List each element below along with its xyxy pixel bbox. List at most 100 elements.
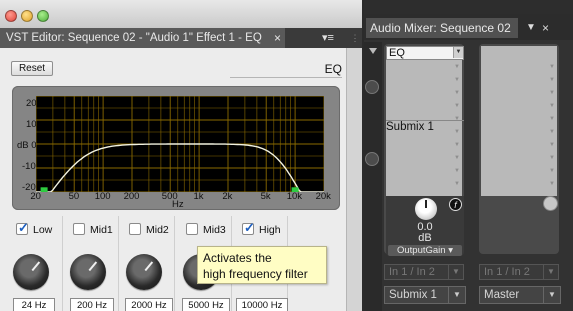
track-1-send-slot[interactable]: Submix 1 (386, 121, 434, 133)
track-2-strip (479, 44, 559, 254)
chevron-down-icon[interactable]: ▼ (549, 116, 555, 122)
x-axis-unit: Hz (172, 199, 184, 210)
chevron-down-icon[interactable]: ▼ (549, 103, 555, 109)
window-titlebar (0, 0, 362, 29)
checkbox-high[interactable]: ✓ (242, 220, 255, 235)
low-freq-value[interactable]: 24 Hz (13, 298, 55, 311)
effect-knob-icon[interactable] (365, 80, 379, 94)
chevron-down-icon[interactable]: ▼ (454, 77, 460, 83)
track-2-bypass-icon[interactable] (543, 196, 558, 211)
effect-param-knob[interactable] (415, 198, 437, 220)
tab-vst-editor[interactable]: VST Editor: Sequence 02 - "Audio 1" Effe… (0, 28, 285, 48)
effect-bypass-icon[interactable]: f (449, 198, 462, 211)
track-2-input-dropdown[interactable]: In 1 / In 2 ▼ (479, 264, 559, 280)
chevron-down-icon[interactable]: ▼ (549, 181, 555, 187)
chevron-down-icon[interactable]: ▼ (454, 181, 460, 187)
panel-scrollbar[interactable] (346, 48, 362, 311)
track-2-slots (481, 46, 557, 196)
band-high-toggle[interactable]: ✓ High (239, 220, 285, 241)
mixer-tab-bar: Audio Mixer: Sequence 02 ▼ × (364, 14, 573, 40)
window-zoom-button[interactable] (37, 10, 49, 22)
y-tick-label: 20 (26, 98, 37, 109)
checkbox-low[interactable]: ✓ (16, 220, 29, 235)
chevron-down-icon[interactable]: ▼ (549, 64, 555, 70)
effect-param-name: OutputGain (396, 245, 446, 256)
band-mid1-label: Mid1 (90, 224, 113, 236)
send-knob-icon[interactable] (365, 152, 379, 166)
reset-button[interactable]: Reset (11, 61, 53, 76)
chevron-down-icon[interactable]: ▼ (549, 90, 555, 96)
x-tick-label: 20k (315, 191, 331, 202)
track-2-output-dropdown[interactable]: Master ▼ (479, 286, 561, 304)
mid2-freq-knob[interactable] (126, 254, 162, 290)
x-tick-label: 1k (193, 191, 204, 202)
tab-audio-mixer[interactable]: Audio Mixer: Sequence 02 (366, 18, 518, 38)
track-2-output-label: Master (484, 289, 520, 301)
band-low-toggle[interactable]: ✓ Low (13, 220, 59, 241)
mid3-freq-value[interactable]: 5000 Hz (182, 298, 230, 311)
tab-close-icon[interactable]: × (542, 18, 549, 38)
checkbox-mid3[interactable] (186, 223, 198, 235)
chevron-down-icon[interactable]: ▼ (454, 116, 460, 122)
chevron-down-icon[interactable]: ▼ (454, 155, 460, 161)
y-tick-label: -10 (22, 161, 36, 172)
band-mid2-toggle[interactable]: Mid2 (126, 221, 172, 241)
x-tick-label: 10k (286, 191, 303, 202)
x-tick-label: 50 (68, 191, 80, 202)
window-minimize-button[interactable] (21, 10, 33, 22)
band-mid3-toggle[interactable]: Mid3 (183, 221, 229, 241)
tab-audio-mixer-label: Audio Mixer: Sequence 02 (370, 21, 511, 35)
effect-name-label: EQ (230, 60, 342, 78)
chevron-down-icon: ▼ (448, 287, 465, 303)
low-freq-knob[interactable] (13, 254, 49, 290)
mixer-menu-icon[interactable]: ▼ (524, 18, 538, 38)
collapse-icon[interactable] (369, 48, 377, 54)
track-2-input-label: In 1 / In 2 (484, 266, 530, 278)
chevron-down-icon[interactable]: ▼ (454, 64, 460, 70)
chevron-down-icon[interactable]: ▼ (453, 47, 463, 58)
panel-tab-bar: VST Editor: Sequence 02 - "Audio 1" Effe… (0, 28, 362, 48)
mid1-freq-value[interactable]: 200 Hz (70, 298, 114, 311)
window-close-button[interactable] (5, 10, 17, 22)
band-divider (174, 216, 175, 311)
track-1-input-label: In 1 / In 2 (389, 266, 435, 278)
tooltip-line-2: high frequency filter (203, 267, 308, 281)
track-1-output-dropdown[interactable]: Submix 1 ▼ (384, 286, 466, 304)
band-divider (62, 216, 63, 311)
chevron-down-icon[interactable]: ▼ (454, 90, 460, 96)
chevron-down-icon: ▼ (543, 265, 558, 279)
band-mid2-label: Mid2 (146, 224, 169, 236)
x-tick-label: 2k (222, 191, 233, 202)
chevron-down-icon[interactable]: ▼ (454, 129, 460, 135)
band-mid1-toggle[interactable]: Mid1 (70, 221, 116, 241)
band-mid3-label: Mid3 (203, 224, 226, 236)
x-tick-label: 100 (94, 191, 111, 202)
chevron-down-icon[interactable]: ▼ (549, 129, 555, 135)
chevron-down-icon[interactable]: ▼ (549, 77, 555, 83)
chevron-down-icon[interactable]: ▼ (549, 142, 555, 148)
y-tick-label: dB 0 (17, 140, 37, 151)
mid2-freq-value[interactable]: 2000 Hz (125, 298, 173, 311)
track-1-input-dropdown[interactable]: In 1 / In 2 ▼ (384, 264, 464, 280)
panel-menu-icon[interactable]: ▾≡ (322, 28, 334, 48)
high-freq-value[interactable]: 10000 Hz (236, 298, 288, 311)
tab-close-icon[interactable]: × (274, 28, 281, 48)
effect-param-dropdown[interactable]: OutputGain ▾ (388, 245, 462, 256)
chevron-down-icon: ▼ (448, 265, 463, 279)
chevron-down-icon[interactable]: ▼ (549, 168, 555, 174)
checkbox-mid2[interactable] (129, 223, 141, 235)
checkbox-mid1[interactable] (73, 223, 85, 235)
audio-mixer-window: Audio Mixer: Sequence 02 ▼ × EQ ▼ Submix… (364, 0, 573, 311)
chevron-down-icon[interactable]: ▼ (454, 142, 460, 148)
chevron-down-icon[interactable]: ▼ (549, 155, 555, 161)
chevron-down-icon[interactable]: ▼ (454, 168, 460, 174)
track-1-output-label: Submix 1 (389, 289, 437, 301)
x-tick-label: 20 (30, 191, 41, 202)
x-tick-label: 200 (123, 191, 140, 202)
panel-grip-icon[interactable]: ⋮ (348, 28, 362, 48)
chevron-down-icon[interactable]: ▼ (454, 103, 460, 109)
x-tick-label: 5k (260, 191, 271, 202)
mid1-freq-knob[interactable] (70, 254, 106, 290)
eq-response-graph[interactable] (36, 96, 324, 192)
effect-param-unit: dB (418, 232, 432, 244)
